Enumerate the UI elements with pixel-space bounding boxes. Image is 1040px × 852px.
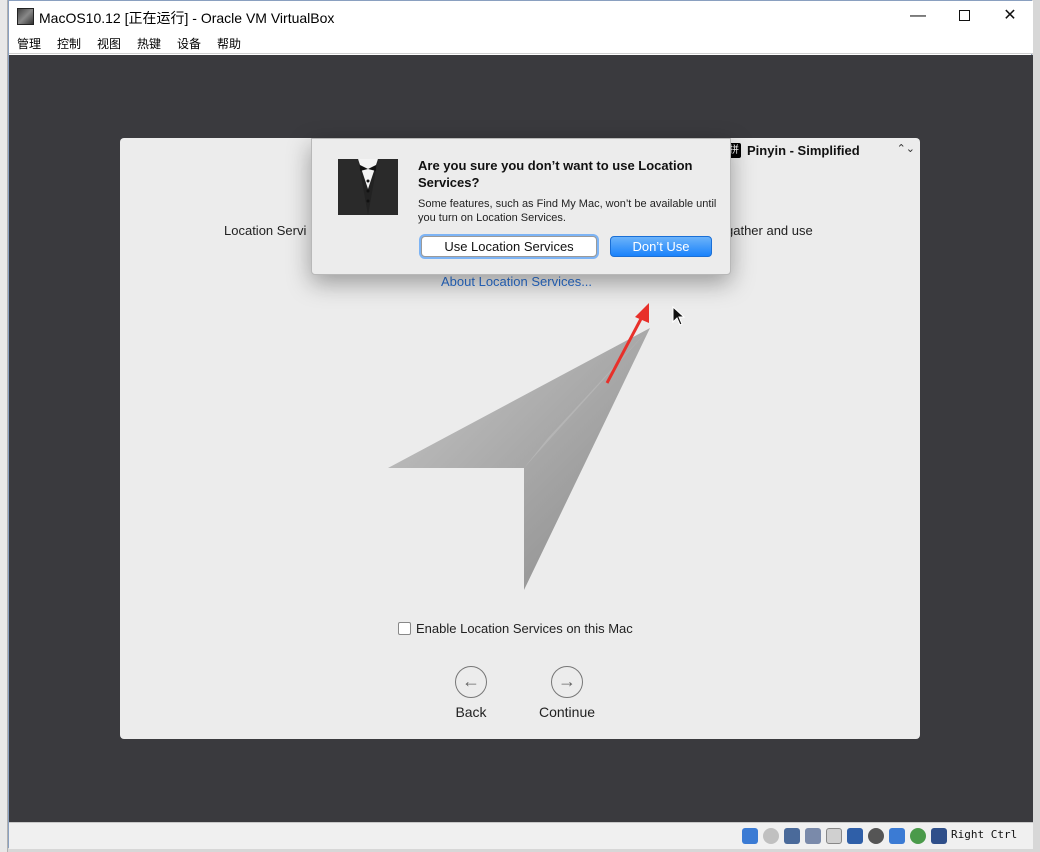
hard-disk-icon[interactable] (742, 828, 758, 844)
menu-hotkeys[interactable]: 热键 (137, 35, 161, 52)
menu-manage[interactable]: 管理 (17, 35, 41, 52)
arrow-right-icon: → (551, 666, 583, 698)
arrow-left-icon: ← (455, 666, 487, 698)
optical-drive-icon[interactable] (763, 828, 779, 844)
input-source-menu[interactable]: 拼 Pinyin - Simplified ⌃⌄ (727, 142, 917, 160)
background-window-edge (0, 0, 8, 852)
display-icon[interactable] (847, 828, 863, 844)
maximize-icon (958, 10, 970, 22)
virtualbox-app-icon (17, 8, 34, 25)
usb-icon[interactable] (805, 828, 821, 844)
virtualbox-window: MacOS10.12 [正在运行] - Oracle VM VirtualBox… (8, 0, 1033, 849)
annotation-arrow-icon (605, 303, 649, 384)
menu-control[interactable]: 控制 (57, 35, 81, 52)
window-title: MacOS10.12 [正在运行] - Oracle VM VirtualBox (39, 10, 335, 26)
vm-display[interactable]: 拼 Pinyin - Simplified ⌃⌄ Location Servi … (9, 55, 1033, 822)
mouse-pointer-icon (672, 306, 686, 326)
mouse-integration-icon[interactable] (910, 828, 926, 844)
tuxedo-icon (338, 159, 398, 215)
description-right: gather and use (726, 223, 813, 238)
video-capture-icon[interactable] (868, 828, 884, 844)
maximize-button[interactable] (941, 1, 987, 31)
host-key-label: Right Ctrl (951, 828, 1018, 841)
confirm-dialog: Are you sure you don’t want to use Locat… (311, 138, 731, 275)
description-left: Location Servi (224, 223, 307, 238)
keyboard-capture-icon[interactable] (931, 828, 947, 844)
continue-button[interactable]: → Continue (532, 666, 602, 721)
menu-view[interactable]: 视图 (97, 35, 121, 52)
menu-devices[interactable]: 设备 (177, 35, 201, 52)
chevron-updown-icon: ⌃⌄ (896, 143, 915, 155)
dialog-title: Are you sure you don’t want to use Locat… (418, 158, 693, 190)
use-location-services-button[interactable]: Use Location Services (421, 236, 597, 257)
enable-location-checkbox[interactable] (398, 622, 411, 635)
menu-help[interactable]: 帮助 (217, 35, 241, 52)
input-source-label: Pinyin - Simplified (747, 143, 860, 158)
title-bar[interactable]: MacOS10.12 [正在运行] - Oracle VM VirtualBox… (9, 1, 1033, 32)
dialog-message: Some features, such as Find My Mac, won’… (418, 198, 717, 224)
minimize-button[interactable]: — (895, 1, 941, 31)
dont-use-button[interactable]: Don’t Use (610, 236, 712, 257)
status-bar: Right Ctrl (9, 822, 1033, 849)
cpu-icon[interactable] (889, 828, 905, 844)
network-icon[interactable] (784, 828, 800, 844)
shared-folders-icon[interactable] (826, 828, 842, 844)
back-label: Back (455, 704, 487, 720)
continue-label: Continue (538, 704, 596, 720)
back-button[interactable]: ← Back (436, 666, 506, 721)
about-location-services-link[interactable]: About Location Services... (441, 274, 592, 289)
close-button[interactable]: ✕ (987, 1, 1033, 31)
menu-bar: 管理 控制 视图 热键 设备 帮助 (9, 32, 1033, 54)
enable-location-label[interactable]: Enable Location Services on this Mac (416, 621, 633, 636)
desktop: MacOS10.12 [正在运行] - Oracle VM VirtualBox… (0, 0, 1040, 852)
